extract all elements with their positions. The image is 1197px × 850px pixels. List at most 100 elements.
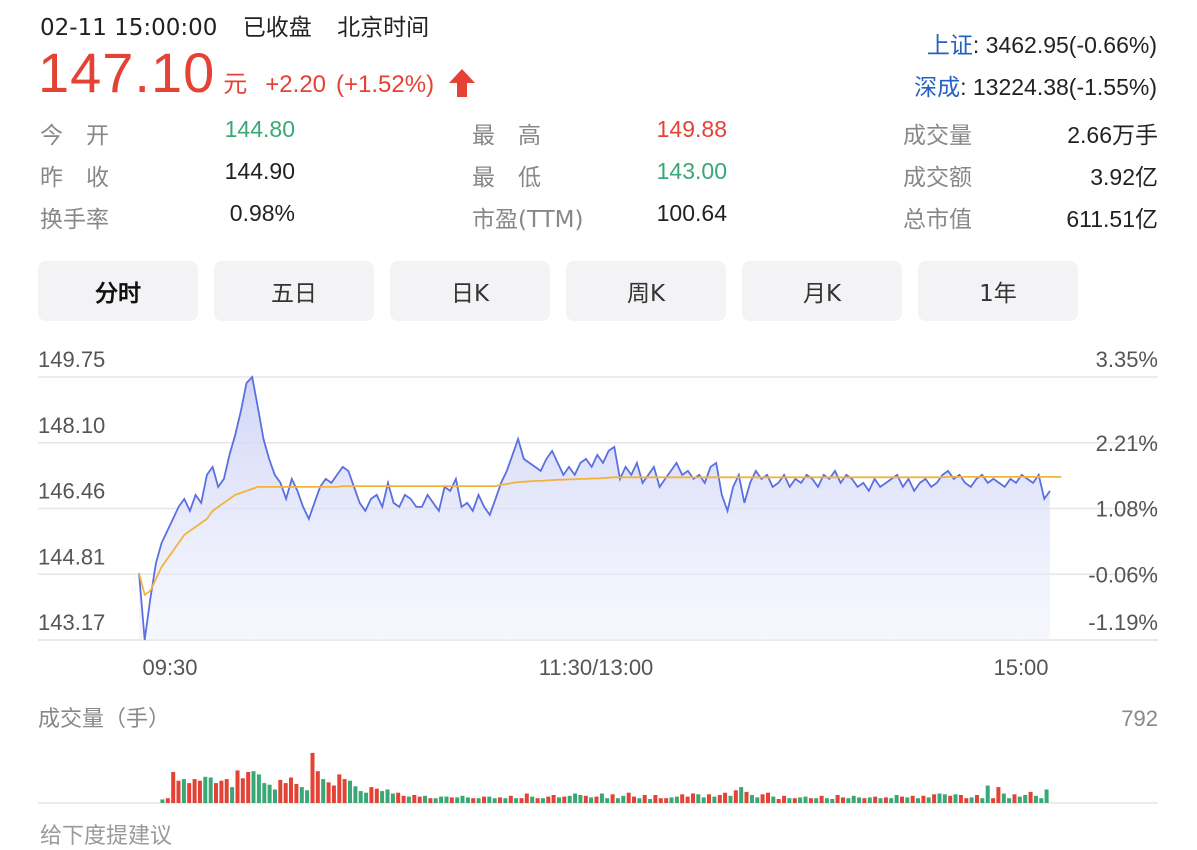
quote-datetime: 02-11 15:00:00 bbox=[40, 15, 218, 41]
volume-bar bbox=[723, 792, 728, 803]
volume-bar bbox=[551, 795, 556, 803]
volume-bar bbox=[337, 774, 342, 803]
price-row: 147.10 元 +2.20 (+1.52%) bbox=[38, 40, 476, 105]
volume-bar bbox=[696, 794, 701, 804]
tab-1[interactable]: 五日 bbox=[214, 261, 374, 321]
volume-bar bbox=[219, 780, 224, 803]
volume-bar bbox=[658, 798, 663, 803]
volume-bar bbox=[867, 797, 872, 803]
volume-max-label: 792 bbox=[1121, 706, 1158, 731]
price-area bbox=[139, 377, 1050, 640]
volume-bar bbox=[760, 794, 765, 804]
y-tick-right: 2.21% bbox=[1096, 431, 1158, 456]
volume-bar bbox=[862, 798, 867, 803]
volume-bar bbox=[192, 779, 197, 803]
index-sh[interactable]: 上证: 3462.95(-0.66%) bbox=[927, 26, 1157, 60]
volume-bar bbox=[353, 786, 358, 803]
volume-bar bbox=[540, 798, 545, 803]
volume-bar bbox=[964, 798, 969, 803]
index-sz-name: 深成 bbox=[914, 74, 961, 100]
volume-bar bbox=[203, 776, 208, 804]
volume-bar bbox=[471, 798, 476, 803]
y-tick-left: 144.81 bbox=[38, 544, 105, 569]
volume-bar bbox=[578, 795, 583, 803]
volume-bar bbox=[171, 772, 176, 803]
stat-label: 成交额 bbox=[903, 165, 972, 191]
volume-bar bbox=[830, 799, 835, 803]
tab-4[interactable]: 月K bbox=[742, 261, 902, 321]
stat-label: 最 低 bbox=[472, 165, 541, 191]
volume-bar bbox=[342, 779, 347, 803]
volume-bar bbox=[883, 797, 888, 803]
volume-bar bbox=[256, 774, 261, 803]
volume-bar bbox=[589, 797, 594, 803]
price-change-pct: (+1.52%) bbox=[336, 71, 435, 98]
volume-bar bbox=[283, 783, 288, 803]
stat-label: 最 高 bbox=[472, 123, 541, 149]
chart-tabs: 分时 五日 日K 周K 月K 1年 bbox=[38, 261, 1078, 321]
volume-bar bbox=[294, 783, 299, 803]
y-tick-left: 143.17 bbox=[38, 610, 105, 635]
volume-bar bbox=[1028, 791, 1033, 803]
stat-value: 2.66万手 bbox=[1067, 122, 1158, 148]
volume-bar bbox=[916, 798, 920, 803]
volume-bar bbox=[894, 795, 899, 803]
volume-bar bbox=[626, 792, 631, 803]
volume-bar bbox=[857, 797, 862, 803]
volume-bar bbox=[348, 780, 352, 803]
volume-bar bbox=[610, 794, 615, 804]
volume-bar bbox=[749, 795, 754, 803]
feedback-link[interactable]: 给下度提建议 bbox=[40, 818, 172, 850]
volume-bar bbox=[985, 785, 990, 803]
volume-bar bbox=[910, 795, 915, 803]
volume-bar bbox=[798, 797, 803, 803]
tab-2[interactable]: 日K bbox=[390, 261, 550, 321]
volume-bar bbox=[433, 798, 438, 803]
stat-label: 换手率 bbox=[40, 207, 109, 233]
volume-bar bbox=[1001, 793, 1006, 803]
volume-bar bbox=[605, 798, 610, 803]
volume-bar bbox=[948, 795, 953, 803]
index-sz-value: : 13224.38(-1.55%) bbox=[960, 74, 1157, 100]
volume-bar bbox=[1007, 798, 1012, 803]
volume-bar bbox=[573, 793, 578, 803]
volume-bar bbox=[942, 794, 947, 804]
volume-bar bbox=[782, 795, 787, 803]
tab-5[interactable]: 1年 bbox=[918, 261, 1078, 321]
tab-3[interactable]: 周K bbox=[566, 261, 726, 321]
stat-value: 144.90 bbox=[224, 158, 295, 184]
volume-bar bbox=[197, 780, 202, 803]
volume-bar bbox=[685, 796, 690, 803]
volume-bar bbox=[417, 796, 422, 803]
volume-bar bbox=[1039, 798, 1044, 803]
arrow-up-icon bbox=[448, 68, 476, 102]
price-change: +2.20 bbox=[265, 71, 327, 98]
volume-bar bbox=[1033, 795, 1038, 803]
volume-bar bbox=[546, 796, 551, 803]
volume-bar bbox=[423, 795, 427, 803]
volume-bar bbox=[498, 797, 502, 803]
volume-bar bbox=[1012, 794, 1017, 804]
volume-bar bbox=[873, 796, 878, 803]
volume-bar bbox=[921, 795, 926, 803]
volume-bar bbox=[321, 779, 326, 803]
volume-bar bbox=[273, 789, 277, 803]
tab-0[interactable]: 分时 bbox=[38, 261, 198, 321]
volume-bar bbox=[385, 789, 390, 803]
volume-bar bbox=[835, 795, 840, 803]
index-sz[interactable]: 深成: 13224.38(-1.55%) bbox=[914, 68, 1157, 102]
volume-bar bbox=[364, 792, 369, 803]
volume-bar bbox=[701, 797, 706, 803]
volume-bar bbox=[310, 752, 315, 803]
x-tick: 15:00 bbox=[993, 655, 1048, 680]
volume-bar bbox=[235, 770, 240, 803]
index-sh-value: : 3462.95(-0.66%) bbox=[972, 32, 1157, 58]
volume-bar bbox=[975, 795, 979, 803]
volume-bar bbox=[766, 792, 770, 803]
volume-bar bbox=[669, 797, 674, 803]
volume-bar bbox=[691, 793, 695, 803]
stat-value: 611.51亿 bbox=[1066, 206, 1158, 232]
volume-bar bbox=[224, 779, 229, 803]
volume-bar bbox=[792, 798, 797, 803]
volume-bar bbox=[648, 799, 653, 803]
